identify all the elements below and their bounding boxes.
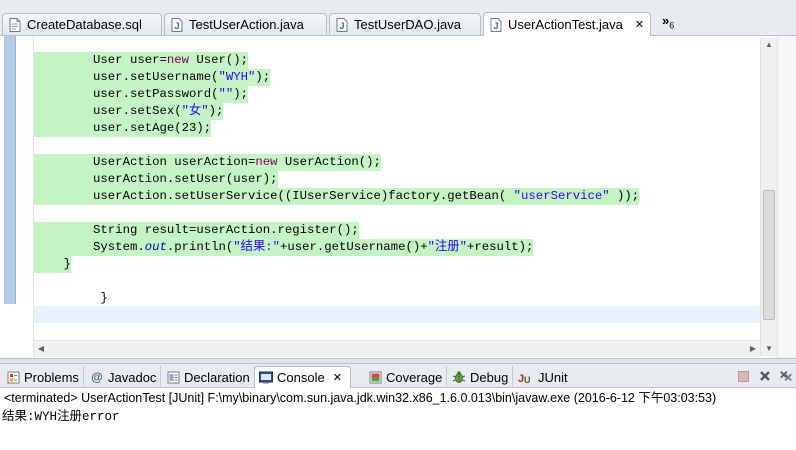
overflow-count: 6 <box>669 20 675 31</box>
code-line: } <box>34 256 71 273</box>
tab-label: Problems <box>24 369 79 385</box>
java-file-icon: J <box>335 17 349 32</box>
console-icon <box>259 371 273 385</box>
scroll-left-arrow-icon[interactable]: ◀ <box>34 341 48 357</box>
tab-problems[interactable]: Problems <box>2 366 84 388</box>
overview-ruler <box>777 36 796 358</box>
editor-tab-label: CreateDatabase.sql <box>27 17 142 32</box>
editor-tab-label: UserActionTest.java <box>508 17 623 32</box>
code-line: String result=userAction.register(); <box>34 222 359 239</box>
tab-label: Console <box>277 370 325 385</box>
junit-icon: JU <box>518 370 534 384</box>
editor-tab-label: TestUserDAO.java <box>354 17 461 32</box>
scroll-right-arrow-icon[interactable]: ▶ <box>746 341 760 357</box>
remove-launch-icon[interactable] <box>758 369 772 383</box>
editor-tab-testuseraction-java[interactable]: J TestUserAction.java <box>164 13 327 35</box>
coverage-icon <box>368 370 382 384</box>
declaration-icon <box>166 370 180 384</box>
code-line: user.setPassword(""); <box>34 86 249 103</box>
java-file-icon: J <box>489 17 503 32</box>
current-line-highlight <box>34 306 760 323</box>
scroll-up-arrow-icon[interactable]: ▲ <box>761 38 777 52</box>
tab-declaration[interactable]: Declaration <box>162 366 255 388</box>
svg-text:J: J <box>340 21 345 31</box>
code-line: System.out.println("结果:"+user.getUsernam… <box>34 239 534 256</box>
code-editor[interactable]: User user=new User(); user.setUsername("… <box>0 36 796 358</box>
sql-file-icon <box>8 17 22 32</box>
java-file-icon: J <box>170 17 184 32</box>
editor-horizontal-scrollbar[interactable]: ◀ ▶ <box>34 340 760 357</box>
console-view[interactable]: <terminated> UserActionTest [JUnit] F:\m… <box>0 388 796 450</box>
svg-text:J: J <box>175 21 180 31</box>
code-line: userAction.setUser(user); <box>34 171 278 188</box>
tab-label: Debug <box>470 369 509 385</box>
code-line: user.setAge(23); <box>34 120 212 137</box>
tab-debug[interactable]: Debug <box>448 366 514 388</box>
close-icon[interactable]: ✕ <box>333 371 342 384</box>
code-line: User user=new User(); <box>34 52 249 69</box>
code-line: user.setSex("女"); <box>34 103 224 120</box>
tab-javadoc[interactable]: @ Javadoc <box>86 366 162 388</box>
tab-console[interactable]: Console ✕ <box>254 366 351 388</box>
tab-junit[interactable]: JU JUnit <box>514 366 572 388</box>
editor-tab-testuserdao-java[interactable]: J TestUserDAO.java <box>329 13 481 35</box>
terminate-icon[interactable] <box>736 369 750 383</box>
console-output: 结果:WYH注册error <box>2 410 120 424</box>
tab-overflow-button[interactable]: »6 <box>662 13 674 31</box>
code-line: userAction.setUserService((IUserService)… <box>34 188 640 205</box>
svg-text:J: J <box>494 21 499 31</box>
console-status-line: <terminated> UserActionTest [JUnit] F:\m… <box>4 391 717 405</box>
tab-coverage[interactable]: Coverage <box>364 366 448 388</box>
editor-tab-bar: CreateDatabase.sql J TestUserAction.java… <box>0 0 796 36</box>
code-line: user.setUsername("WYH"); <box>34 69 271 86</box>
close-icon[interactable]: ✕ <box>635 18 644 31</box>
code-line: UserAction userAction=new UserAction(); <box>34 154 381 171</box>
code-line: } <box>100 291 108 305</box>
tab-label: Javadoc <box>108 369 157 385</box>
annotation-gutter <box>16 36 34 358</box>
javadoc-icon: @ <box>91 370 103 384</box>
problems-icon <box>6 370 20 384</box>
tab-label: Declaration <box>184 369 250 385</box>
editor-tab-label: TestUserAction.java <box>189 17 304 32</box>
code-text[interactable]: User user=new User(); user.setUsername("… <box>34 36 760 358</box>
debug-icon <box>452 370 466 384</box>
editor-tab-useractiontest-java[interactable]: J UserActionTest.java ✕ <box>483 12 651 36</box>
editor-vertical-scrollbar[interactable]: ▲ ▼ <box>760 38 777 356</box>
change-ruler <box>4 36 16 304</box>
views-tab-bar: Problems @ Javadoc Declaration Console ✕… <box>0 364 796 388</box>
scroll-down-arrow-icon[interactable]: ▼ <box>761 342 777 356</box>
svg-text:U: U <box>524 375 531 384</box>
tab-label: Coverage <box>386 369 443 385</box>
editor-tab-createdatabase-sql[interactable]: CreateDatabase.sql <box>2 13 162 35</box>
remove-all-terminated-icon[interactable] <box>779 369 793 383</box>
scrollbar-thumb[interactable] <box>763 190 775 320</box>
tab-label: JUnit <box>538 369 568 385</box>
